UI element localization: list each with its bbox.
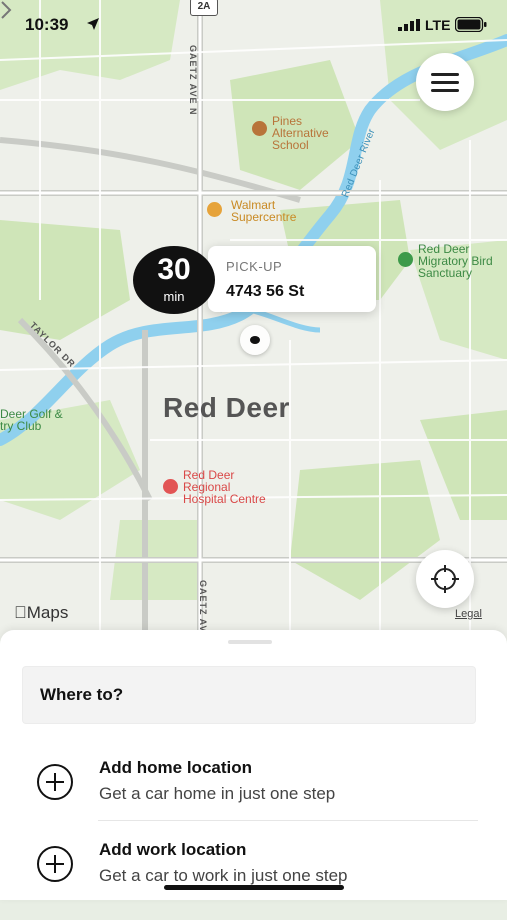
status-time: 10:39 bbox=[25, 15, 69, 34]
pickup-card[interactable] bbox=[208, 246, 376, 312]
destination-search-input[interactable]: Where to? bbox=[22, 666, 476, 724]
road-label-gaetz-south: GAETZ AV bbox=[198, 580, 208, 633]
road-label-gaetz-north: GAETZ AVE N bbox=[188, 45, 198, 116]
network-type: LTE bbox=[425, 17, 451, 33]
pickup-address: 4743 56 St bbox=[226, 283, 305, 300]
eta-unit: min bbox=[163, 289, 185, 304]
search-placeholder: Where to? bbox=[40, 685, 124, 704]
recenter-location-button[interactable] bbox=[416, 550, 474, 608]
work-subtitle: Get a car to work in just one step bbox=[99, 866, 348, 885]
maps-attribution: Maps bbox=[14, 603, 68, 622]
sheet-grabber[interactable] bbox=[228, 640, 272, 644]
add-circle-icon bbox=[37, 846, 73, 882]
divider bbox=[98, 820, 478, 821]
add-home-location-row[interactable]: Add home location Get a car home in just… bbox=[0, 758, 507, 838]
pickup-label: PICK-UP bbox=[226, 259, 283, 274]
pickup-pin[interactable] bbox=[240, 325, 270, 355]
battery-icon bbox=[455, 17, 487, 32]
home-indicator bbox=[164, 885, 344, 890]
park-icon bbox=[398, 252, 413, 267]
home-title: Add home location bbox=[99, 758, 252, 777]
bottom-sheet: Where to? Add home location Get a car ho… bbox=[0, 630, 507, 900]
status-bar: 10:39 LTE bbox=[0, 0, 507, 48]
shopping-icon bbox=[207, 202, 222, 217]
add-work-location-row[interactable]: Add work location Get a car to work in j… bbox=[0, 840, 507, 920]
school-icon bbox=[252, 121, 267, 136]
location-arrow-icon bbox=[87, 18, 99, 30]
menu-button[interactable] bbox=[416, 53, 474, 111]
eta-minutes: 30 bbox=[157, 253, 191, 286]
crosshair-icon bbox=[431, 565, 459, 593]
cellular-signal-icon bbox=[398, 19, 420, 31]
apple-logo-icon:  bbox=[14, 603, 27, 622]
city-label: Red Deer bbox=[163, 392, 290, 423]
legal-link[interactable]: Legal bbox=[455, 608, 482, 620]
work-title: Add work location bbox=[99, 840, 247, 859]
home-subtitle: Get a car home in just one step bbox=[99, 784, 336, 803]
add-circle-icon bbox=[37, 764, 73, 800]
eta-badge: 30 min bbox=[133, 246, 215, 314]
hospital-icon bbox=[163, 479, 178, 494]
